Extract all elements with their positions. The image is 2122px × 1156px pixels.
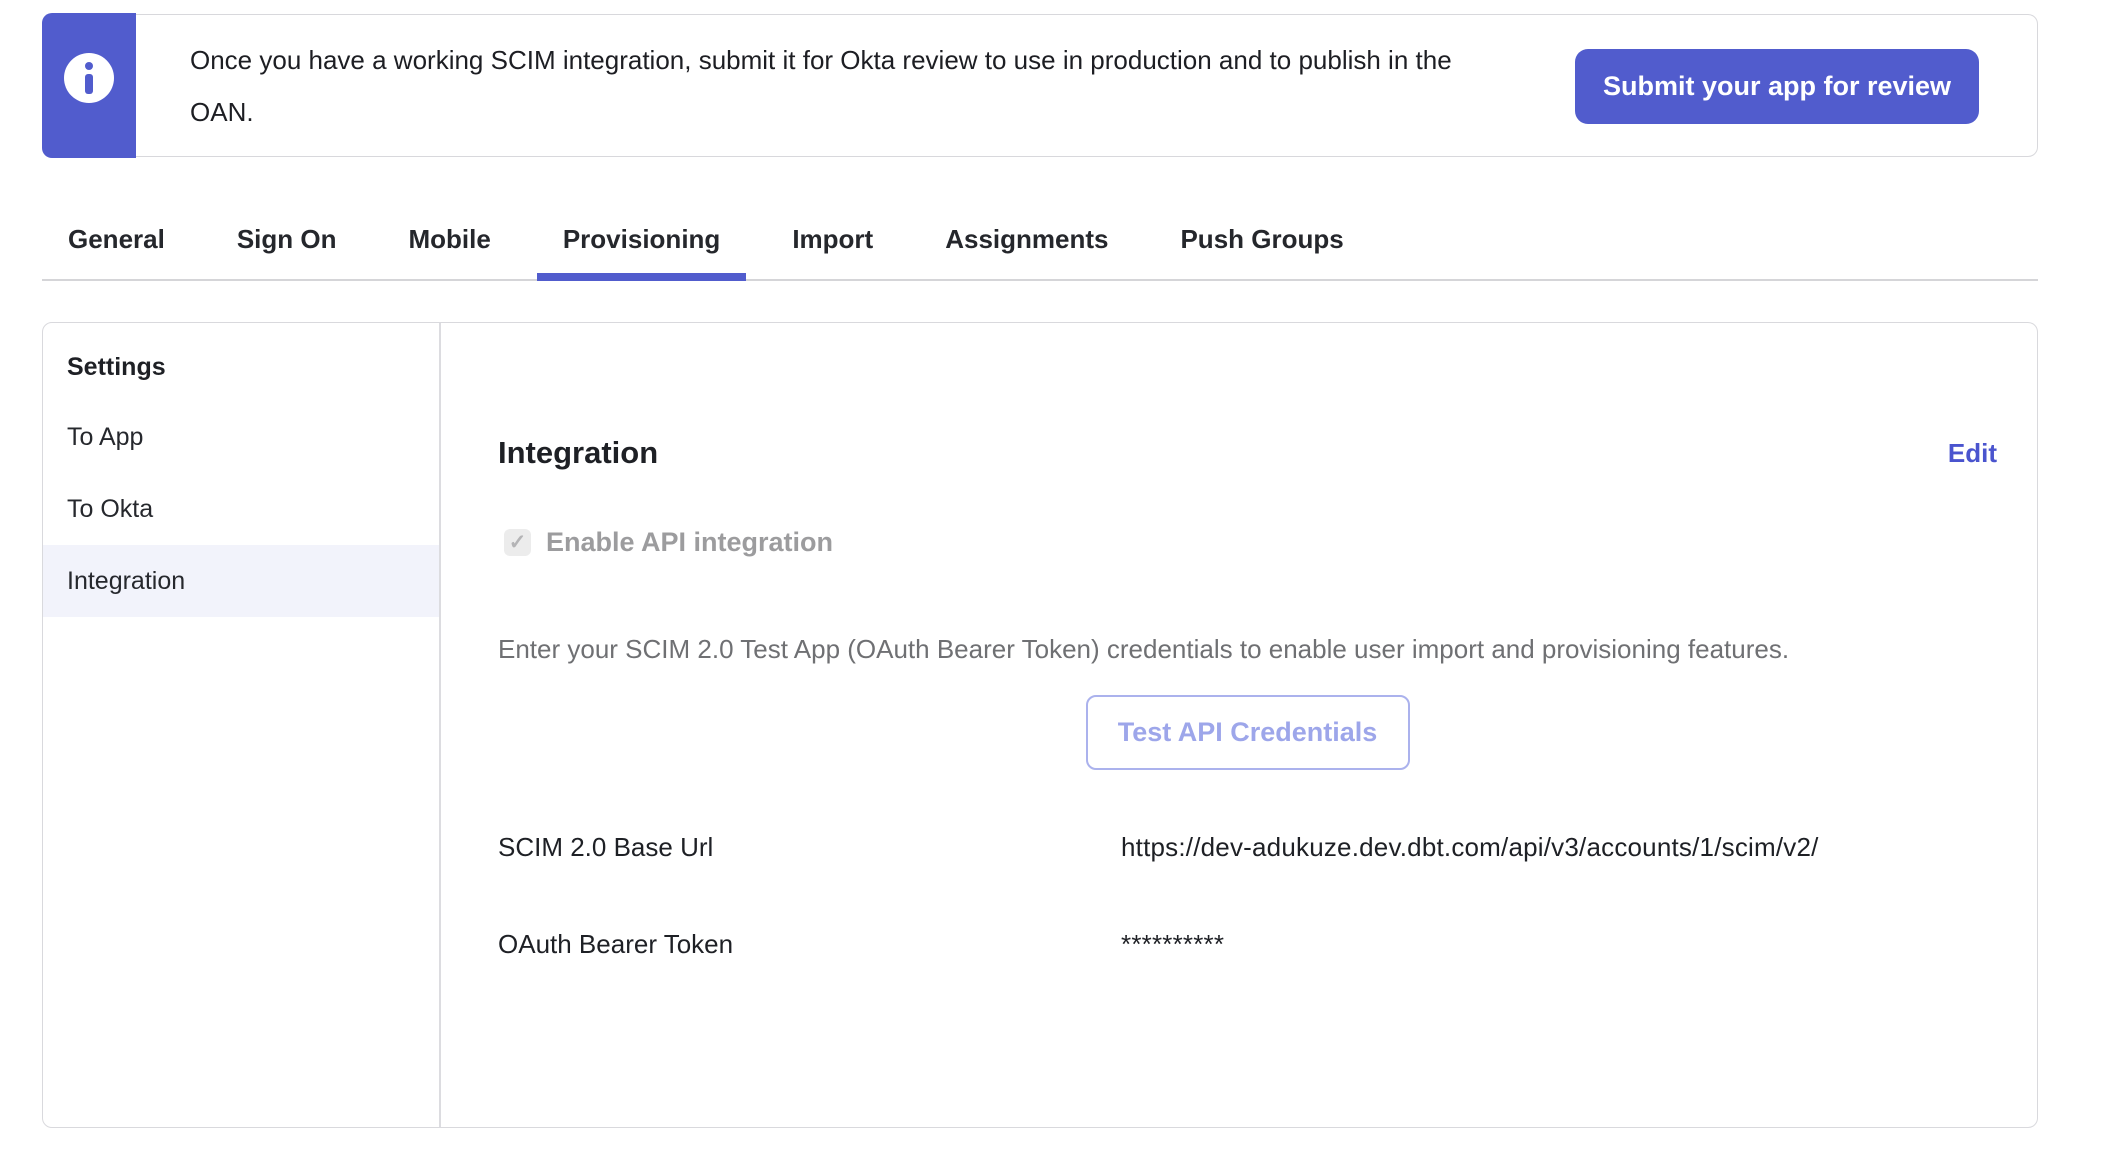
provisioning-card: Settings To App To Okta Integration Inte… xyxy=(42,322,2038,1128)
scim-base-url-value: https://dev-adukuze.dev.dbt.com/api/v3/a… xyxy=(1121,832,1819,863)
sidebar-item-integration[interactable]: Integration xyxy=(43,545,439,617)
integration-panel: Integration Edit ✓ Enable API integratio… xyxy=(441,323,2037,1127)
oauth-bearer-token-label: OAuth Bearer Token xyxy=(498,929,1121,960)
test-api-credentials-button[interactable]: Test API Credentials xyxy=(1086,695,1410,770)
submit-app-for-review-button[interactable]: Submit your app for review xyxy=(1575,49,1979,124)
tab-assignments[interactable]: Assignments xyxy=(919,205,1134,281)
info-banner: Once you have a working SCIM integration… xyxy=(42,14,2038,157)
sidebar-heading: Settings xyxy=(43,345,439,401)
section-title: Integration xyxy=(498,435,658,471)
settings-sidebar: Settings To App To Okta Integration xyxy=(43,323,441,1127)
info-icon xyxy=(64,53,114,103)
oauth-bearer-token-value: ********** xyxy=(1121,929,1224,960)
scim-base-url-label: SCIM 2.0 Base Url xyxy=(498,832,1121,863)
credentials-description: Enter your SCIM 2.0 Test App (OAuth Bear… xyxy=(498,634,1997,665)
edit-link[interactable]: Edit xyxy=(1948,438,1997,469)
tab-mobile[interactable]: Mobile xyxy=(383,205,517,281)
banner-message: Once you have a working SCIM integration… xyxy=(190,34,1520,138)
banner-accent-bar xyxy=(42,13,136,158)
tab-push-groups[interactable]: Push Groups xyxy=(1154,205,1369,281)
sidebar-item-to-okta[interactable]: To Okta xyxy=(43,473,439,545)
field-row-scim-base-url: SCIM 2.0 Base Url https://dev-adukuze.de… xyxy=(498,832,1997,863)
tab-import[interactable]: Import xyxy=(766,205,899,281)
app-tabbar: General Sign On Mobile Provisioning Impo… xyxy=(42,205,2038,281)
tab-sign-on[interactable]: Sign On xyxy=(211,205,363,281)
tab-general[interactable]: General xyxy=(42,205,191,281)
sidebar-item-to-app[interactable]: To App xyxy=(43,401,439,473)
tab-provisioning[interactable]: Provisioning xyxy=(537,205,746,281)
enable-api-integration-checkbox[interactable]: ✓ xyxy=(504,529,531,556)
field-row-oauth-bearer-token: OAuth Bearer Token ********** xyxy=(498,929,1997,960)
enable-api-integration-label: Enable API integration xyxy=(546,527,833,558)
